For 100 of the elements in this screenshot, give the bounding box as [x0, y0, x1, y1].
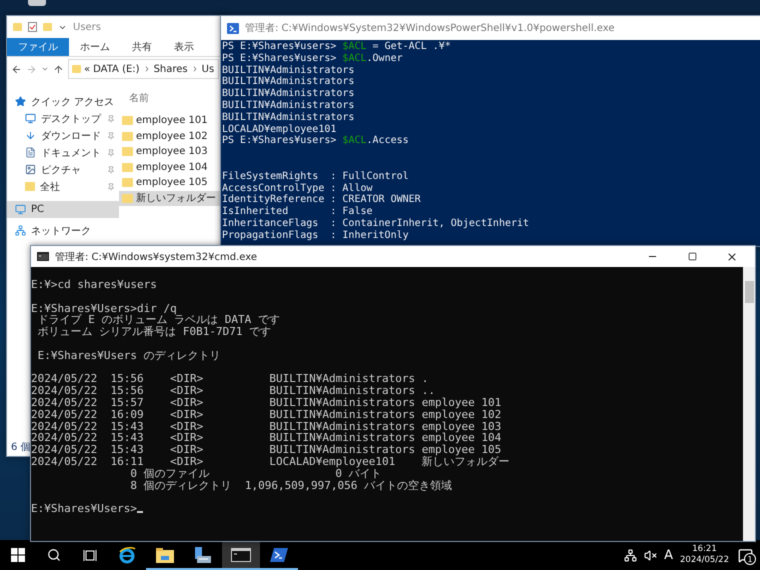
- picture-icon: [25, 164, 36, 175]
- folder-icon: [43, 23, 52, 31]
- task-view-icon: [83, 548, 97, 562]
- network-icon[interactable]: [624, 548, 638, 562]
- folder-icon: [122, 132, 133, 141]
- console-line: PS E:¥Shares¥users> $ACL.Access: [222, 135, 410, 148]
- console-line: 2024/05/22 16:09 <DIR> BUILTIN¥Administrators employee 102: [31, 408, 502, 421]
- console-line: 0 個のファイル 0 バイト: [129, 468, 382, 480]
- console-line: BUILTIN¥Administrators: [222, 88, 356, 100]
- star-icon: [15, 96, 26, 107]
- column-header[interactable]: 名前: [119, 87, 223, 109]
- pin-icon: [107, 148, 115, 156]
- window-title: 管理者: C:¥Windows¥System32¥WindowsPowerShell¥v1.0¥powershell.exe: [245, 22, 615, 35]
- pin-icon: [107, 182, 115, 190]
- console-line: PS E:¥Shares¥users> $ACL = Get-ACL .¥*: [222, 41, 452, 53]
- console-line: ボリューム シリアル番号は F0B1-7D71 です: [36, 326, 272, 338]
- ribbon-tab[interactable]: 共有: [121, 38, 163, 56]
- file-row[interactable]: employee 104: [119, 160, 223, 175]
- file-row[interactable]: employee 102: [119, 128, 223, 144]
- search-icon: [47, 548, 61, 562]
- breadcrumb[interactable]: Us: [202, 64, 214, 74]
- nav-item[interactable]: 全社: [7, 178, 119, 195]
- console-line: BUILTIN¥Administrators: [222, 112, 356, 124]
- console-line: 2024/05/22 15:43 <DIR> BUILTIN¥Administrators employee 103: [31, 420, 502, 432]
- folder-icon: [25, 182, 35, 191]
- address-bar[interactable]: « DATA (E:) Shares Us: [68, 59, 219, 79]
- console-line: 2024/05/22 16:11 <DIR> LOCALAD¥employee101 新しいフォルダー: [31, 456, 510, 468]
- console-line: 2024/05/22 15:56 <DIR> BUILTIN¥Administrators .: [31, 373, 428, 386]
- console-line: E:¥Shares¥Users のディレクトリ: [36, 350, 221, 362]
- ribbon-tab[interactable]: ホーム: [69, 38, 121, 56]
- folder-icon: [72, 65, 81, 73]
- console-line: LOCALAD¥employee101: [222, 124, 338, 135]
- console-line: BUILTIN¥Administrators: [222, 76, 356, 88]
- console-line: E:¥Shares¥Users>: [31, 503, 137, 515]
- console-line: 2024/05/22 15:43 <DIR> BUILTIN¥Administrators employee 104: [31, 432, 502, 444]
- up-icon[interactable]: [53, 64, 64, 74]
- console-line: InheritanceFlags : ContainerInherit, ObjectInherit: [222, 218, 530, 230]
- console-line: ドライブ E のボリューム ラベルは DATA です: [36, 314, 280, 326]
- nav-item[interactable]: ネットワーク: [7, 222, 119, 239]
- folder-icon: [122, 194, 133, 203]
- console-line: AccessControlType : Allow: [222, 182, 374, 194]
- folder-icon: [122, 178, 133, 188]
- file-row[interactable]: employee 105: [119, 175, 223, 190]
- server-icon: [194, 546, 212, 564]
- console-line: 2024/05/22 15:43 <DIR> BUILTIN¥Administrators employee 105: [31, 444, 502, 456]
- breadcrumb[interactable]: Shares: [154, 64, 188, 74]
- recycle-bin-icon[interactable]: [28, 0, 46, 6]
- powershell-icon: [270, 547, 288, 563]
- notification-icon[interactable]: [738, 548, 752, 562]
- pin-icon: [107, 114, 115, 122]
- folder-icon: [122, 116, 133, 126]
- console-line: 2024/05/22 15:56 <DIR> BUILTIN¥Administrators ..: [31, 385, 435, 397]
- folder-icon: [156, 548, 174, 562]
- console-line: IsInherited : False: [222, 206, 374, 218]
- folder-icon: [13, 23, 22, 31]
- clock[interactable]: 16:21 2024/05/22: [680, 544, 729, 566]
- console-line: PropagationFlags : InheritOnly: [222, 230, 410, 242]
- console-line: E:¥>cd shares¥users: [31, 279, 157, 291]
- console-icon: [231, 548, 251, 562]
- notification-badge: 1: [744, 553, 756, 565]
- folder-icon: [122, 162, 133, 172]
- file-row[interactable]: 新しいフォルダー: [119, 190, 223, 206]
- pin-icon: [107, 132, 115, 140]
- document-icon: [25, 147, 36, 158]
- folder-icon: [122, 147, 133, 156]
- file-row[interactable]: employee 101: [119, 113, 223, 128]
- console-line: BUILTIN¥Administrators: [222, 64, 356, 76]
- window-title: 管理者: C:¥Windows¥system32¥cmd.exe: [55, 250, 258, 264]
- console-icon: [37, 252, 49, 261]
- status-text: 6 個: [11, 441, 31, 454]
- ribbon-tab[interactable]: 表示: [163, 38, 205, 56]
- pin-icon: [107, 166, 115, 174]
- taskbar-button[interactable]: [222, 540, 260, 570]
- maximize-icon: [688, 252, 696, 261]
- download-icon: [25, 130, 36, 141]
- console-line: IdentityReference : CREATOR OWNER: [222, 194, 422, 206]
- console-line: 2024/05/22 15:57 <DIR> BUILTIN¥Administrators employee 101: [31, 396, 502, 409]
- console-line: 8 個のディレクトリ 1,096,509,997,056 バイトの空き領域: [129, 480, 452, 492]
- nav-item[interactable]: クイック アクセス: [7, 93, 119, 110]
- computer-icon: [15, 204, 26, 215]
- input-mode-indicator[interactable]: A: [664, 548, 673, 562]
- muted-speaker-icon[interactable]: [644, 548, 658, 562]
- powershell-icon: [227, 22, 239, 34]
- nav-item[interactable]: デスクトップ: [7, 110, 119, 127]
- network-icon: [15, 225, 26, 236]
- back-icon[interactable]: [11, 64, 22, 74]
- console-line: BUILTIN¥Administrators: [222, 100, 356, 112]
- nav-item[interactable]: PC: [7, 201, 119, 218]
- overflow-chevron[interactable]: «: [84, 64, 90, 74]
- scrollbar[interactable]: [743, 267, 755, 541]
- properties-icon: [28, 22, 37, 32]
- nav-item[interactable]: ピクチャ: [7, 161, 119, 178]
- console-line: FileSystemRights : FullControl: [222, 170, 410, 183]
- breadcrumb[interactable]: DATA (E:): [93, 64, 140, 74]
- nav-item[interactable]: ダウンロード: [7, 127, 119, 144]
- window-title: Users: [73, 22, 102, 32]
- console-line: PS E:¥Shares¥users> $ACL.Owner: [222, 52, 404, 65]
- ribbon-tab[interactable]: ファイル: [7, 38, 69, 56]
- file-row[interactable]: employee 103: [119, 144, 223, 160]
- nav-item[interactable]: ドキュメント: [7, 144, 119, 161]
